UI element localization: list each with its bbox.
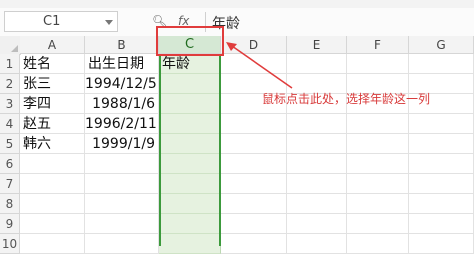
cell-c7[interactable]: [159, 174, 221, 194]
cell-d1[interactable]: [221, 54, 287, 74]
cell-a2[interactable]: 张三: [20, 74, 85, 94]
cell-f4[interactable]: [347, 114, 409, 134]
cell-c9[interactable]: [159, 214, 221, 234]
cell-d5[interactable]: [221, 134, 287, 154]
name-box[interactable]: C1: [4, 11, 118, 32]
column-header-a[interactable]: A: [20, 36, 85, 54]
cell-d4[interactable]: [221, 114, 287, 134]
row-header-5[interactable]: 5: [0, 134, 20, 154]
column-header-b[interactable]: B: [85, 36, 159, 54]
cell-f6[interactable]: [347, 154, 409, 174]
cell-d8[interactable]: [221, 194, 287, 214]
row-header-2[interactable]: 2: [0, 74, 20, 94]
chevron-down-icon[interactable]: [105, 20, 113, 25]
cell-e8[interactable]: [287, 194, 347, 214]
cell-g10[interactable]: [409, 234, 474, 254]
cell-d7[interactable]: [221, 174, 287, 194]
formula-content[interactable]: 年龄: [212, 13, 240, 33]
cell-g8[interactable]: [409, 194, 474, 214]
cell-g5[interactable]: [409, 134, 474, 154]
cell-c10[interactable]: [159, 234, 221, 254]
cell-c2[interactable]: [159, 74, 221, 94]
function-icon[interactable]: fx: [178, 14, 189, 28]
formula-bar: C1 🔍︎ fx 年龄: [0, 8, 474, 37]
cell-f7[interactable]: [347, 174, 409, 194]
cell-b5[interactable]: 1999/1/9: [85, 134, 159, 154]
column-header-e[interactable]: E: [287, 36, 347, 54]
cell-a6[interactable]: [20, 154, 85, 174]
column-header-d[interactable]: D: [221, 36, 287, 54]
cell-e7[interactable]: [287, 174, 347, 194]
cell-b1[interactable]: 出生日期: [85, 54, 159, 74]
cell-a4[interactable]: 赵五: [20, 114, 85, 134]
cell-g9[interactable]: [409, 214, 474, 234]
cell-g4[interactable]: [409, 114, 474, 134]
cell-f9[interactable]: [347, 214, 409, 234]
cell-b8[interactable]: [85, 194, 159, 214]
cell-c8[interactable]: [159, 194, 221, 214]
cell-e9[interactable]: [287, 214, 347, 234]
cell-e5[interactable]: [287, 134, 347, 154]
cell-c3[interactable]: [159, 94, 221, 114]
cell-d10[interactable]: [221, 234, 287, 254]
select-all-icon: [11, 45, 18, 52]
cell-f5[interactable]: [347, 134, 409, 154]
cell-b4[interactable]: 1996/2/11: [85, 114, 159, 134]
cell-f10[interactable]: [347, 234, 409, 254]
zoom-icon[interactable]: 🔍︎: [152, 14, 167, 28]
cell-b2[interactable]: 1994/12/5: [85, 74, 159, 94]
row-header-7[interactable]: 7: [0, 174, 20, 194]
cell-a10[interactable]: [20, 234, 85, 254]
row-header-9[interactable]: 9: [0, 214, 20, 234]
cell-e10[interactable]: [287, 234, 347, 254]
cell-b10[interactable]: [85, 234, 159, 254]
cell-a1[interactable]: 姓名: [20, 54, 85, 74]
cell-g7[interactable]: [409, 174, 474, 194]
cell-d9[interactable]: [221, 214, 287, 234]
cell-a8[interactable]: [20, 194, 85, 214]
cell-e4[interactable]: [287, 114, 347, 134]
cell-c5[interactable]: [159, 134, 221, 154]
column-header-f[interactable]: F: [347, 36, 409, 54]
cell-c1[interactable]: 年龄: [159, 54, 221, 74]
select-all-corner[interactable]: [0, 36, 21, 55]
column-header-c[interactable]: C: [159, 36, 221, 54]
cell-b7[interactable]: [85, 174, 159, 194]
cell-e1[interactable]: [287, 54, 347, 74]
row-header-8[interactable]: 8: [0, 194, 20, 214]
annotation-text: 鼠标点击此处，选择年龄这一列: [262, 92, 431, 106]
cell-b6[interactable]: [85, 154, 159, 174]
cell-b9[interactable]: [85, 214, 159, 234]
cell-a7[interactable]: [20, 174, 85, 194]
cell-c6[interactable]: [159, 154, 221, 174]
cell-g1[interactable]: [409, 54, 474, 74]
row-header-3[interactable]: 3: [0, 94, 20, 114]
cell-f8[interactable]: [347, 194, 409, 214]
row-header-1[interactable]: 1: [0, 54, 20, 74]
cell-b3[interactable]: 1988/1/6: [85, 94, 159, 114]
cell-reference: C1: [43, 14, 61, 29]
cell-a3[interactable]: 李四: [20, 94, 85, 114]
window-top-strip: [0, 0, 474, 8]
cell-a9[interactable]: [20, 214, 85, 234]
cell-f1[interactable]: [347, 54, 409, 74]
row-header-4[interactable]: 4: [0, 114, 20, 134]
formula-bar-divider: [205, 12, 206, 32]
cell-d6[interactable]: [221, 154, 287, 174]
row-header-6[interactable]: 6: [0, 154, 20, 174]
cell-e6[interactable]: [287, 154, 347, 174]
cell-g6[interactable]: [409, 154, 474, 174]
cell-a5[interactable]: 韩六: [20, 134, 85, 154]
cell-c4[interactable]: [159, 114, 221, 134]
row-header-10[interactable]: 10: [0, 234, 20, 254]
column-header-g[interactable]: G: [409, 36, 474, 54]
